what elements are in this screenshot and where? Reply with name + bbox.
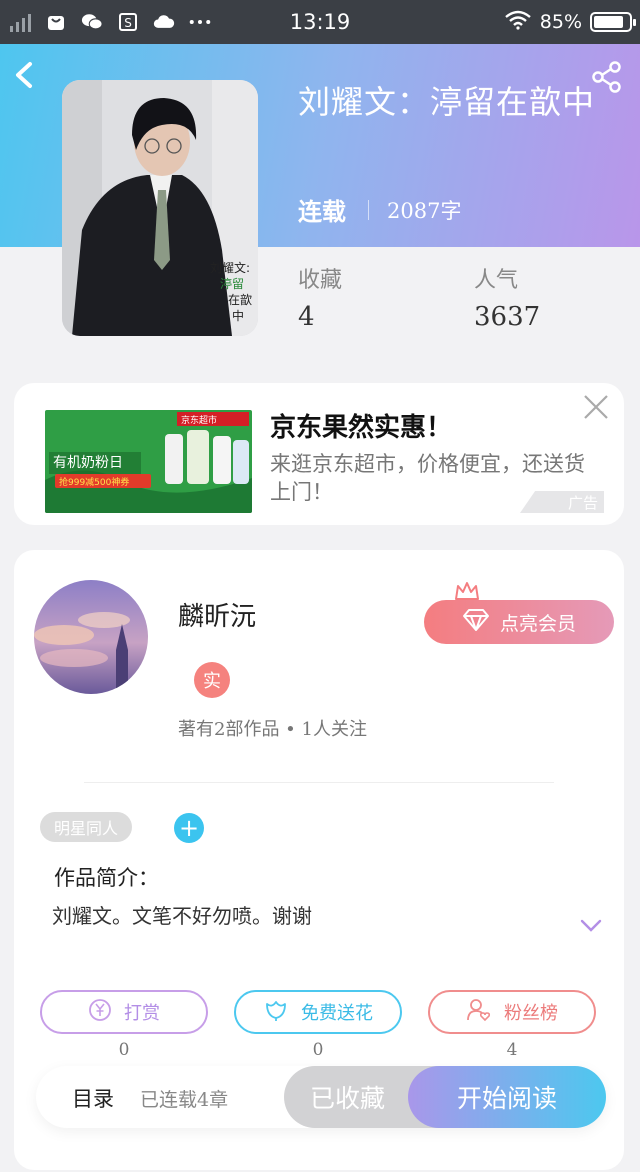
flower-count: 0 [312,1040,324,1060]
intro-label: 作品简介： [54,866,159,890]
genre-tag[interactable]: 明星同人 [40,812,133,842]
send-flower-label: 免费送花 [301,1003,373,1024]
meta-divider [368,199,369,220]
yen-icon [88,998,112,1027]
ad-image[interactable]: 有机奶粉日 抢999减500神券 京东超市 [45,410,252,513]
stat-value: 3637 [474,302,541,332]
bottom-action-bar: 目录 已连载4章 已收藏 开始阅读 [36,1066,606,1128]
ad-banner[interactable]: 有机奶粉日 抢999减500神券 京东超市 京东果然实惠！ 来逛京东超市，价格便… [14,383,624,525]
ad-image-store: 京东超市 [181,414,217,426]
send-flower-button[interactable]: 免费送花 [234,990,402,1034]
divider [84,782,554,783]
status-bar: S 13:19 85% [0,0,640,44]
fan-count: 4 [506,1040,518,1060]
ad-image-promo: 抢999减500神券 [59,476,129,488]
fan-ranking-label: 粉丝榜 [504,1003,558,1024]
diamond-icon [462,608,490,637]
serial-status: 连载 [298,197,346,226]
ad-title[interactable]: 京东果然实惠！ [270,407,452,444]
ad-image-headline: 有机奶粉日 [53,455,123,471]
flower-icon [263,998,289,1027]
intro-text: 刘耀文。文笔不好勿喷。谢谢 [52,904,312,928]
word-count: 2087字 [387,198,462,223]
svg-text:刘耀文:: 刘耀文: [210,260,250,275]
reward-count: 0 [118,1040,130,1060]
fan-ranking-button[interactable]: 粉丝榜 [428,990,596,1034]
author-stats: 著有2部作品 • 1人关注 [178,719,367,740]
avatar[interactable] [34,580,148,694]
stat-favorites: 收藏 4 [298,262,342,332]
book-title: 刘耀文：渟留在歆中 [298,83,596,121]
back-button[interactable] [10,58,40,92]
start-reading-label: 开始阅读 [456,1084,557,1113]
book-cover[interactable]: 刘耀文: 渟留 在歆 中 [62,80,258,336]
start-reading-button[interactable]: 开始阅读 [408,1066,606,1128]
crown-icon [454,581,480,601]
verified-label: 实 [203,671,221,692]
stat-label: 收藏 [298,268,343,293]
chapter-count: 已连载4章 [140,1089,229,1111]
user-heart-icon [466,998,492,1027]
toc-button[interactable]: 目录 [72,1083,114,1113]
reward-button[interactable]: 打赏 [40,990,208,1034]
stat-value: 4 [298,302,315,332]
add-tag-button[interactable]: + [174,813,204,843]
stat-label: 人气 [474,268,519,293]
stat-popularity: 人气 3637 [474,262,540,332]
battery-icon [590,12,636,32]
vip-button-label: 点亮会员 [499,612,576,635]
author-name[interactable]: 麟昕沅 [178,596,256,633]
battery-percent: 85% [539,11,582,33]
ad-badge-label: 广告 [567,493,598,512]
vip-button[interactable]: 点亮会员 [424,600,614,644]
wifi-icon [504,10,532,35]
svg-text:中: 中 [232,308,244,323]
collected-label: 已收藏 [310,1084,386,1113]
close-icon[interactable] [582,393,610,421]
chevron-down-icon[interactable] [580,918,602,932]
reward-label: 打赏 [124,1003,160,1024]
svg-text:在歆: 在歆 [228,292,252,307]
svg-text:渟留: 渟留 [220,276,244,291]
verified-badge: 实 [194,662,230,698]
status-icons-right: 85% [504,0,636,44]
book-meta: 连载 2087字 [298,192,461,227]
